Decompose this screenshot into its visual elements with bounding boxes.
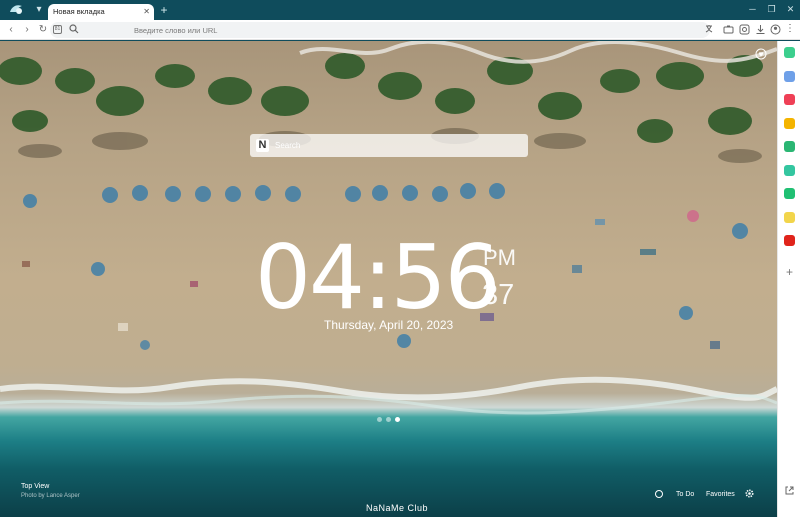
search-input[interactable]: Search [275,140,300,151]
profile-icon[interactable] [770,24,781,35]
tab-new-tab[interactable]: Новая вкладка ✕ [48,4,154,20]
clock-time: 04:56 [255,226,501,329]
add-sidebar-app-icon[interactable]: + [784,266,795,278]
right-sidebar: + [777,41,800,517]
download-icon[interactable] [755,24,766,35]
address-bar[interactable]: Введите слово или URL [50,22,710,38]
tab-menu-icon[interactable]: ▾ [33,3,45,17]
search-icon [69,24,79,34]
gear-icon[interactable] [744,488,755,499]
browser-logo-icon[interactable] [8,3,24,17]
address-input[interactable]: Введите слово или URL [134,25,217,36]
tab-title: Новая вкладка [53,7,105,16]
clock-date: Thursday, April 20, 2023 [324,318,454,332]
clock-seconds: 37 [482,279,515,311]
reload-icon[interactable]: ↻ [37,24,49,36]
open-external-icon[interactable] [784,485,795,496]
watermark-text: NaNaMe Club [366,503,429,513]
wallpaper-like-icon[interactable] [755,48,767,60]
chat-icon[interactable] [784,47,795,58]
pocket-icon[interactable] [784,94,795,105]
restore-icon[interactable]: ❐ [762,0,781,18]
site-info-icon[interactable]: 81 [53,25,62,34]
photo-credit[interactable]: Photo by Lance Asper [21,492,80,500]
toolbar: ‹ › ↻ Введите слово или URL 81 [0,20,800,40]
focus-circle-icon[interactable] [655,490,663,498]
translate-icon[interactable] [784,141,795,152]
youtube-icon[interactable] [784,235,795,246]
apps-icon[interactable] [784,70,795,82]
carousel-dot[interactable] [386,417,391,422]
vpn-icon[interactable] [784,164,795,176]
wallpaper-carousel-dots [377,417,401,422]
plus-icon[interactable]: + [158,4,170,16]
minimize-icon[interactable]: ─ [743,0,762,18]
carousel-dot[interactable] [395,417,400,422]
screenshot-icon[interactable] [739,24,750,35]
todo-link[interactable]: To Do [676,490,694,499]
star-icon[interactable] [784,117,795,129]
close-icon[interactable]: ✕ [781,0,800,18]
search-bar[interactable]: N Search [250,134,528,157]
title-bar: ▾ Новая вкладка ✕ + ─ ❐ ✕ [0,0,800,20]
wallet-icon[interactable] [784,188,795,199]
menu-icon[interactable]: ⋮ [785,23,795,35]
favorites-link[interactable]: Favorites [706,490,735,499]
photo-title[interactable]: Top View [21,482,49,491]
window-controls: ─ ❐ ✕ [743,0,800,18]
translate-icon[interactable] [705,24,716,35]
carousel-dot[interactable] [377,417,382,422]
camera-icon[interactable] [723,24,734,35]
clock-ampm: PM [483,245,516,270]
notes-icon[interactable] [784,211,795,223]
search-logo-icon: N [256,139,269,152]
back-icon[interactable]: ‹ [5,24,17,36]
forward-icon[interactable]: › [21,24,33,36]
tab-close-icon[interactable]: ✕ [143,6,150,18]
